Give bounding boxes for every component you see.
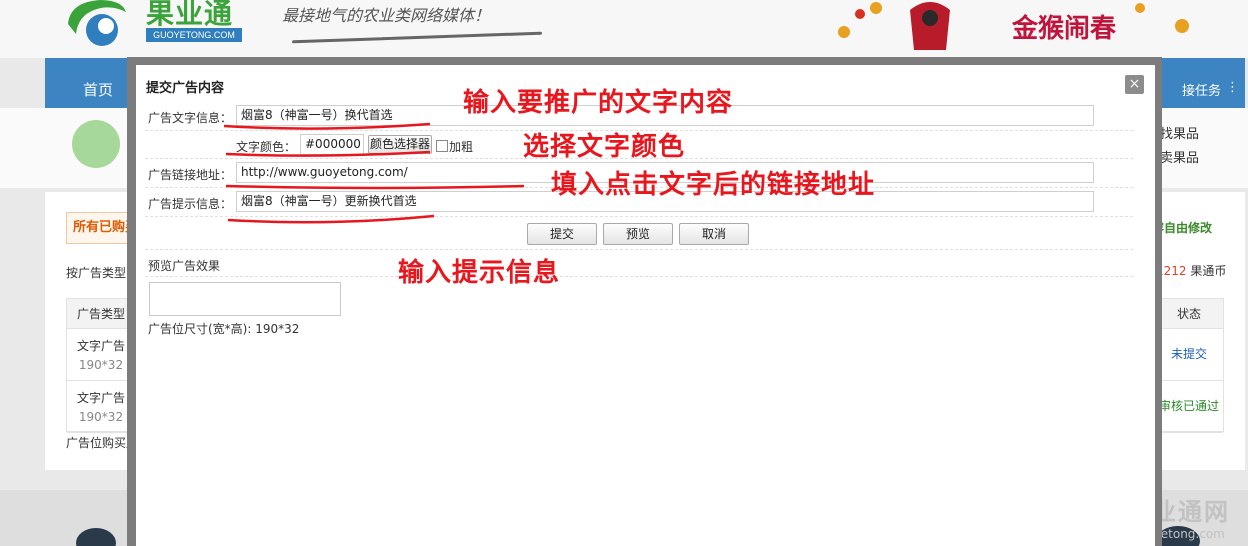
find-fruit-link[interactable]: 找果品 [1160,123,1199,142]
ad-table-left: 广告类型 文字广告 190*32 文字广告 190*32 [66,298,136,433]
table-header-type: 广告类型 [67,299,135,329]
row-divider [145,249,1133,250]
text-color-input[interactable]: #000000 [300,134,364,155]
annotation-choose-color: 选择文字颜色 [523,132,686,162]
brand-domain: GUOYETONG.COM [146,28,242,42]
modal-title: 提交广告内容 [146,81,225,96]
close-icon[interactable]: × [1125,75,1144,94]
bold-checkbox[interactable] [436,140,448,152]
bold-label: 加粗 [449,140,474,154]
ad-text-label: 广告文字信息： [148,111,233,125]
ad-size: 190*32 [78,358,124,372]
nav-home-link[interactable]: 首页 [83,79,113,100]
sell-fruit-link[interactable]: 卖果品 [1160,147,1199,166]
annotation-enter-tip: 输入提示信息 [398,258,561,288]
preview-button[interactable]: 预览 [603,223,673,245]
cancel-button[interactable]: 取消 [679,223,749,245]
ad-table-right: 状态 未提交 审核已通过 [1154,298,1224,433]
nav-task-link[interactable]: 接任务 [1182,80,1221,99]
balance-unit: 果通币 [1190,264,1227,278]
table-header-status: 状态 [1155,299,1223,329]
annotation-enter-link: 填入点击文字后的链接地址 [551,170,876,200]
site-slogan: 最接地气的农业类网络媒体！ [282,6,491,25]
row-divider [145,276,1133,277]
annotation-enter-text: 输入要推广的文字内容 [463,88,734,118]
preview-label: 预览广告效果 [148,259,221,273]
status-link[interactable]: 未提交 [1155,329,1223,381]
color-picker-button[interactable]: 颜色选择器 [368,135,432,154]
festive-text: 金猴闹春 [1012,14,1117,44]
ad-preview-box [149,282,341,316]
submit-button[interactable]: 提交 [527,223,597,245]
ad-type: 文字广告 [76,391,125,405]
ad-tip-label: 广告提示信息： [148,197,233,211]
table-row: 文字广告 190*32 [67,329,135,381]
row-divider [145,216,1133,217]
logo-icon [68,0,126,46]
ad-link-label: 广告链接地址： [148,168,233,182]
status-link[interactable]: 审核已通过 [1155,381,1223,433]
coin-balance: 1212 果通币 [1156,262,1226,279]
ad-size: 190*32 [78,410,124,424]
nav-more-icon[interactable]: ⋮ [1226,80,1239,95]
buy-note: 广告位购买后 [66,436,136,450]
text-color-label: 文字颜色： [236,140,297,154]
leaf-icon [72,120,120,168]
table-row: 文字广告 190*32 [67,381,135,433]
ad-size-note: 广告位尺寸(宽*高): 190*32 [148,322,300,336]
ad-type: 文字广告 [76,339,125,353]
